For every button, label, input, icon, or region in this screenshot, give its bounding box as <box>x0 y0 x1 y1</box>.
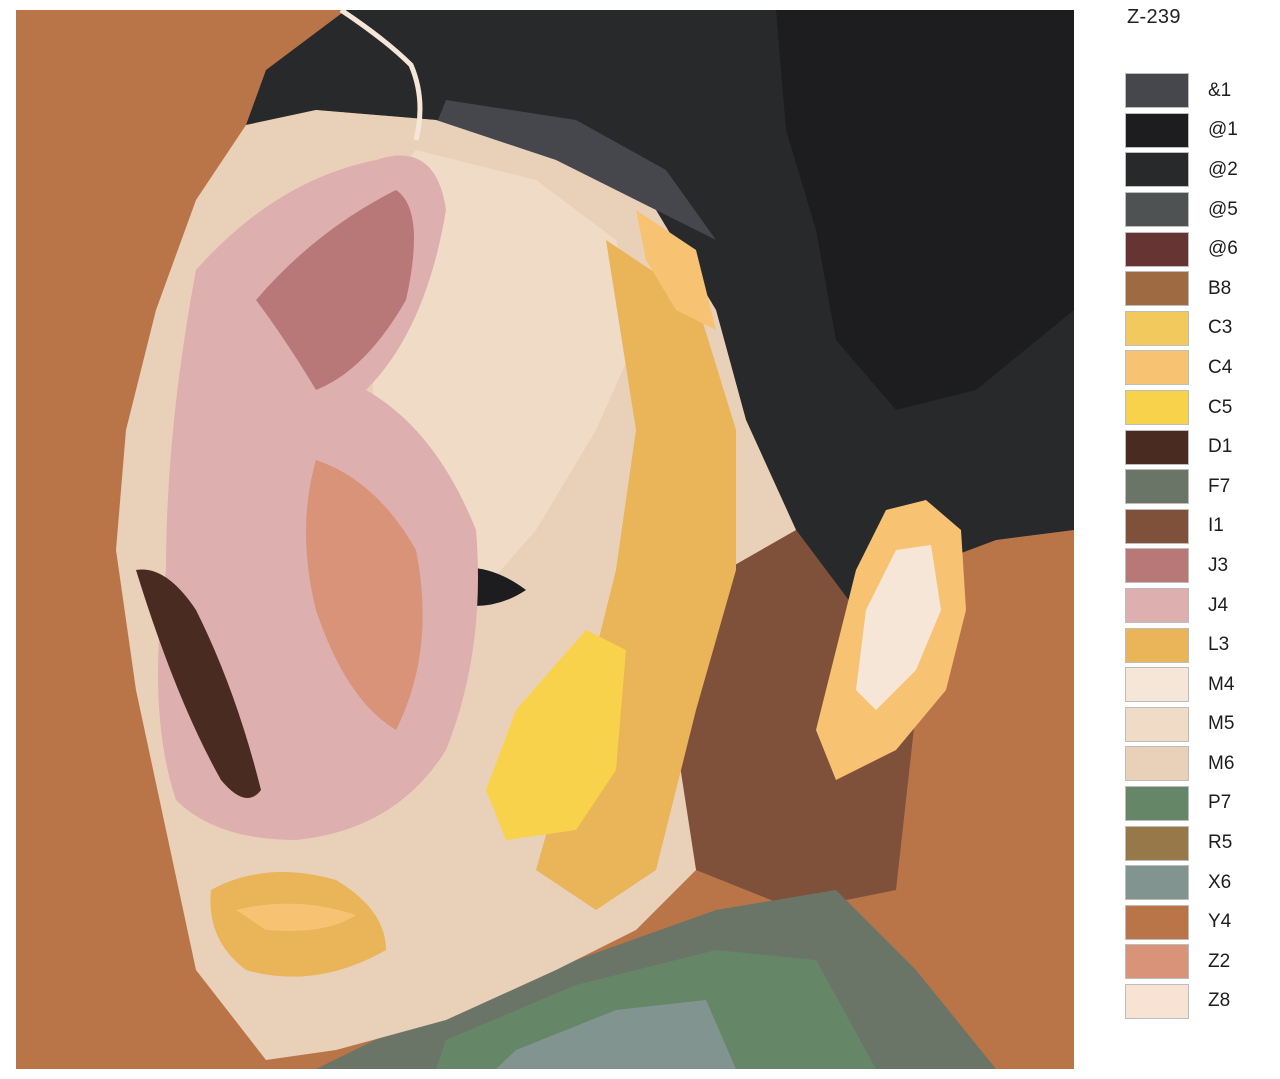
color-swatch <box>1125 785 1189 821</box>
legend-row: B8 <box>1125 269 1265 309</box>
legend-row: C3 <box>1125 309 1265 349</box>
color-code-label: B8 <box>1208 277 1232 299</box>
legend-row: D1 <box>1125 427 1265 467</box>
legend-row: J3 <box>1125 546 1265 586</box>
color-code-label: D1 <box>1208 436 1233 458</box>
color-swatch <box>1125 865 1189 901</box>
color-code-label: M4 <box>1208 673 1235 695</box>
legend-row: &1 <box>1125 71 1265 111</box>
color-code-label: P7 <box>1208 792 1232 814</box>
legend-row: X6 <box>1125 863 1265 903</box>
legend-row: @6 <box>1125 229 1265 269</box>
legend-row: P7 <box>1125 784 1265 824</box>
color-code-label: C4 <box>1208 356 1233 378</box>
color-swatch <box>1125 192 1189 228</box>
color-swatch <box>1125 667 1189 703</box>
legend-row: M4 <box>1125 665 1265 705</box>
pattern-code-label: Z-239 <box>1127 6 1181 28</box>
color-legend: &1 @1 @2 @5 @6 B8 C3 C4 C5 D1 F7 I1 J3 J4 L3 M4 M5 M6 P7 R5… <box>1125 71 1265 1021</box>
color-swatch <box>1125 310 1189 346</box>
legend-row: C4 <box>1125 348 1265 388</box>
color-code-label: J4 <box>1208 594 1229 616</box>
color-swatch <box>1125 904 1189 940</box>
color-swatch <box>1125 983 1189 1019</box>
color-code-label: L3 <box>1208 634 1230 656</box>
legend-row: @1 <box>1125 111 1265 151</box>
color-swatch <box>1125 350 1189 386</box>
legend-row: Z2 <box>1125 942 1265 982</box>
color-swatch <box>1125 548 1189 584</box>
legend-row: R5 <box>1125 823 1265 863</box>
color-swatch <box>1125 588 1189 624</box>
legend-row: L3 <box>1125 625 1265 665</box>
legend-row: M5 <box>1125 705 1265 745</box>
legend-row: @5 <box>1125 190 1265 230</box>
color-code-label: @2 <box>1208 158 1238 180</box>
color-swatch <box>1125 390 1189 426</box>
legend-row: Z8 <box>1125 982 1265 1022</box>
legend-row: Y4 <box>1125 902 1265 942</box>
legend-row: I1 <box>1125 507 1265 547</box>
legend-row: C5 <box>1125 388 1265 428</box>
color-code-label: &1 <box>1208 79 1232 101</box>
legend-row: M6 <box>1125 744 1265 784</box>
color-swatch <box>1125 231 1189 267</box>
color-swatch <box>1125 112 1189 148</box>
color-swatch <box>1125 746 1189 782</box>
color-code-label: I1 <box>1208 515 1224 537</box>
color-swatch <box>1125 152 1189 188</box>
color-swatch <box>1125 627 1189 663</box>
color-code-label: X6 <box>1208 871 1232 893</box>
color-swatch <box>1125 825 1189 861</box>
color-swatch <box>1125 469 1189 505</box>
color-swatch <box>1125 73 1189 109</box>
color-code-label: C5 <box>1208 396 1233 418</box>
color-swatch <box>1125 429 1189 465</box>
color-code-label: Y4 <box>1208 911 1232 933</box>
legend-row: F7 <box>1125 467 1265 507</box>
legend-row: @2 <box>1125 150 1265 190</box>
portrait-illustration <box>16 10 1074 1069</box>
color-code-label: J3 <box>1208 554 1229 576</box>
color-swatch <box>1125 271 1189 307</box>
color-code-label: Z2 <box>1208 950 1231 972</box>
color-code-label: M5 <box>1208 713 1235 735</box>
color-swatch <box>1125 508 1189 544</box>
color-code-label: F7 <box>1208 475 1231 497</box>
color-code-label: @1 <box>1208 119 1238 141</box>
color-code-label: @6 <box>1208 238 1238 260</box>
color-code-label: @5 <box>1208 198 1238 220</box>
legend-row: J4 <box>1125 586 1265 626</box>
color-code-label: Z8 <box>1208 990 1231 1012</box>
color-code-label: M6 <box>1208 752 1235 774</box>
color-swatch <box>1125 706 1189 742</box>
color-swatch <box>1125 944 1189 980</box>
color-code-label: R5 <box>1208 832 1233 854</box>
paint-by-number-artwork <box>16 10 1074 1069</box>
color-code-label: C3 <box>1208 317 1233 339</box>
